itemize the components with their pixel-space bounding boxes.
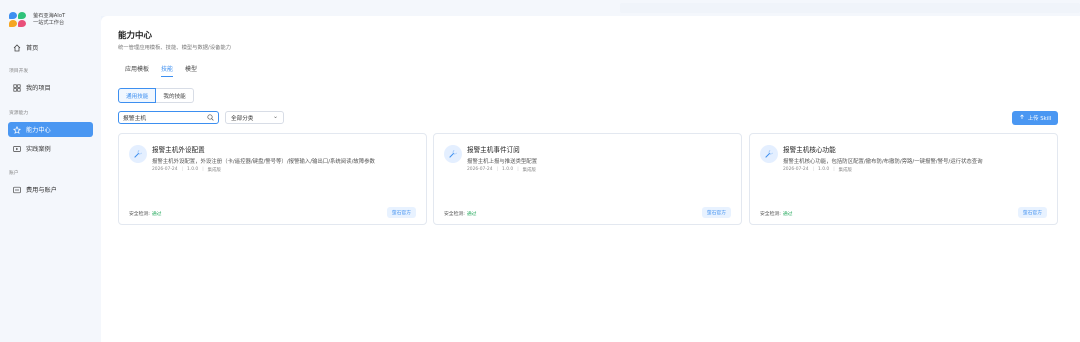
card-official-badge[interactable]: 萤石官方 xyxy=(1017,207,1047,218)
sidebar-item-label: 首页 xyxy=(26,45,39,52)
sidebar-item-label: 我的项目 xyxy=(26,85,51,92)
logo-title: 萤石亚海AIoT xyxy=(33,13,66,19)
sidebar-item-capability-center[interactable]: 能力中心 xyxy=(8,122,93,137)
upload-skill-button[interactable]: 上传 Skill xyxy=(1012,111,1058,125)
page-title: 能力中心 xyxy=(118,31,153,41)
card-security: 安全检测: 通过 xyxy=(129,210,161,217)
upload-skill-label: 上传 Skill xyxy=(1027,116,1052,122)
card-tag: 集成版 xyxy=(207,168,221,173)
security-status: 通过 xyxy=(466,212,477,217)
search-value: 报警主机 xyxy=(123,116,147,122)
card-date: 2026-07-24 xyxy=(467,167,493,172)
skill-card[interactable]: 报警主机外设配置 报警主机外设配置，外设注册（卡/遥控器/键盘/警号等）/报警输… xyxy=(118,133,427,225)
category-select-value: 全部分类 xyxy=(231,115,254,122)
card-meta: 2026-07-24 | 1.0.0 | 集成版 xyxy=(783,167,852,173)
page-subtitle: 统一管理应用模板、技能、模型与数据/设备能力 xyxy=(118,45,232,51)
tab-bar: 应用模板 技能 模型 xyxy=(125,64,197,77)
wrench-icon xyxy=(129,145,147,163)
sidebar-group-project: 项目开发 xyxy=(9,69,29,74)
search-input[interactable]: 报警主机 xyxy=(118,111,219,124)
security-label: 安全检测: xyxy=(444,212,465,217)
card-description: 报警主机核心功能，包括防区配置/撤布防/布撤防/旁路/一键报警/警号/运行状态查… xyxy=(783,159,983,165)
top-bar-area xyxy=(620,3,1080,13)
skill-card[interactable]: 报警主机事件订阅 报警主机上报与推送类型配置 2026-07-24 | 1.0.… xyxy=(433,133,742,225)
security-label: 安全检测: xyxy=(129,212,150,217)
wrench-icon xyxy=(760,145,778,163)
segment-general-skills[interactable]: 通用技能 xyxy=(118,88,157,103)
card-meta: 2026-07-24 | 1.0.0 | 集成版 xyxy=(152,167,221,173)
chevron-down-icon: ⌄ xyxy=(272,113,278,120)
tab-app-templates[interactable]: 应用模板 xyxy=(125,64,149,77)
logo-subtitle: 一站式工作台 xyxy=(33,20,65,26)
top-bar xyxy=(101,0,1080,16)
card-version: 1.0.0 xyxy=(818,167,830,172)
app-logo[interactable]: 萤石亚海AIoT 一站式工作台 xyxy=(9,12,65,28)
card-date: 2026-07-24 xyxy=(152,167,178,172)
grid-icon xyxy=(13,83,21,92)
sidebar-item-label: 费用与账户 xyxy=(26,187,57,194)
wallet-icon xyxy=(13,186,21,194)
sidebar-item-label: 实践案例 xyxy=(26,146,51,153)
sidebar-item-home[interactable]: 首页 xyxy=(8,40,93,55)
sidebar-item-my-projects[interactable]: 我的项目 xyxy=(8,80,93,95)
card-description: 报警主机外设配置，外设注册（卡/遥控器/键盘/警号等）/报警输入/输出口/系统阅… xyxy=(152,159,375,165)
card-official-badge[interactable]: 萤石官方 xyxy=(386,207,416,218)
search-icon[interactable] xyxy=(207,114,214,123)
card-description: 报警主机上报与推送类型配置 xyxy=(467,159,538,165)
card-title: 报警主机核心功能 xyxy=(783,146,836,154)
card-tag: 集成版 xyxy=(838,168,852,173)
sidebar-group-account: 账户 xyxy=(9,171,19,176)
card-official-badge[interactable]: 萤石官方 xyxy=(701,207,731,218)
card-tag: 集成版 xyxy=(522,168,536,173)
capability-icon xyxy=(13,125,21,134)
segment-my-skills[interactable]: 我的技能 xyxy=(156,88,194,103)
card-title: 报警主机外设配置 xyxy=(152,146,205,154)
sidebar-item-cases[interactable]: 实践案例 xyxy=(8,141,93,156)
sidebar-group-capability: 资源能力 xyxy=(9,111,29,116)
security-status: 通过 xyxy=(782,212,793,217)
sidebar: 萤石亚海AIoT 一站式工作台 首页 项目开发 我的项目 资源能力 能力中心 实… xyxy=(0,0,101,342)
main-panel: 能力中心 统一管理应用模板、技能、模型与数据/设备能力 应用模板 技能 模型 通… xyxy=(101,16,1080,342)
card-security: 安全检测: 通过 xyxy=(444,210,476,217)
skill-card[interactable]: 报警主机核心功能 报警主机核心功能，包括防区配置/撤布防/布撤防/旁路/一键报警… xyxy=(749,133,1058,225)
skill-type-segment: 通用技能 我的技能 xyxy=(118,88,194,103)
play-icon xyxy=(13,145,21,153)
tab-skills[interactable]: 技能 xyxy=(161,64,174,77)
security-label: 安全检测: xyxy=(760,212,781,217)
sidebar-item-billing[interactable]: 费用与账户 xyxy=(8,182,93,197)
home-icon xyxy=(13,43,21,52)
card-meta: 2026-07-24 | 1.0.0 | 集成版 xyxy=(467,167,536,173)
security-status: 通过 xyxy=(151,212,162,217)
wrench-icon xyxy=(444,145,462,163)
card-date: 2026-07-24 xyxy=(783,167,809,172)
tab-models[interactable]: 模型 xyxy=(185,64,197,77)
upload-icon xyxy=(1019,114,1025,122)
logo-icon xyxy=(9,12,29,28)
card-version: 1.0.0 xyxy=(502,167,514,172)
sidebar-item-label: 能力中心 xyxy=(26,127,51,134)
card-security: 安全检测: 通过 xyxy=(760,210,792,217)
card-version: 1.0.0 xyxy=(187,167,199,172)
card-title: 报警主机事件订阅 xyxy=(467,146,520,154)
category-select[interactable]: 全部分类 ⌄ xyxy=(225,111,284,124)
